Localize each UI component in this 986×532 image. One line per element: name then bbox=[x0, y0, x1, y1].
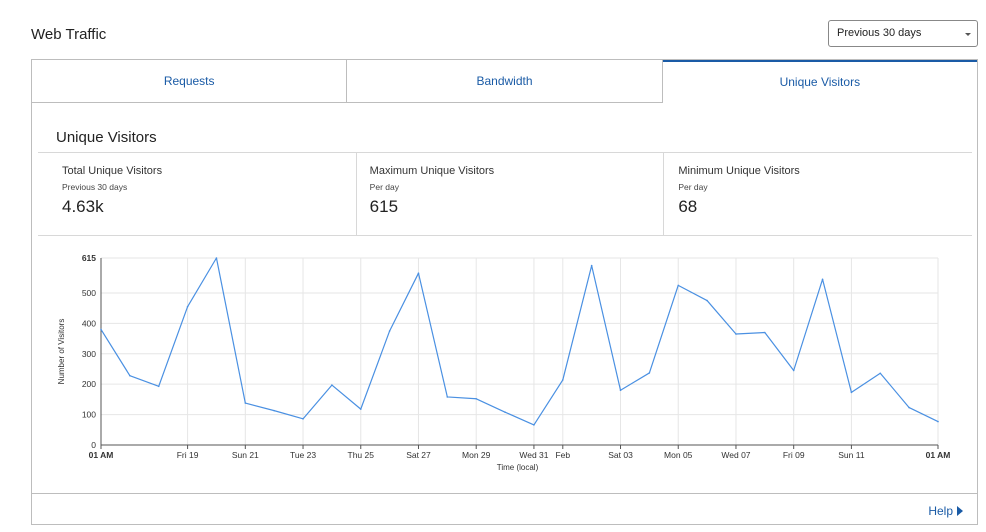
data-point bbox=[879, 372, 882, 375]
data-point bbox=[129, 374, 131, 377]
x-tick-label: 01 AM bbox=[926, 450, 951, 460]
stat-minimum-sub: Per day bbox=[678, 182, 708, 192]
panel-footer: Help bbox=[32, 493, 977, 525]
data-point bbox=[446, 396, 449, 398]
stat-minimum-value: 68 bbox=[678, 197, 698, 216]
y-tick-label: 100 bbox=[82, 410, 96, 420]
stat-total-label: Total Unique Visitors bbox=[62, 165, 163, 177]
x-tick-label: Fri 19 bbox=[177, 450, 199, 460]
data-point bbox=[417, 272, 420, 275]
y-tick-label: 400 bbox=[82, 318, 96, 328]
caret-down-icon bbox=[965, 33, 971, 36]
date-range-value: Previous 30 days bbox=[837, 27, 922, 39]
data-point bbox=[100, 328, 102, 331]
data-point bbox=[764, 331, 766, 334]
y-tick-label: 0 bbox=[91, 440, 96, 450]
help-link[interactable]: Help bbox=[928, 504, 963, 518]
x-tick-label: Feb bbox=[555, 450, 570, 460]
x-tick-label: 01 AM bbox=[89, 450, 114, 460]
data-point bbox=[850, 391, 853, 394]
data-point bbox=[677, 284, 680, 287]
traffic-panel: Requests Bandwidth Unique Visitors Uniqu… bbox=[31, 59, 978, 525]
data-point bbox=[561, 379, 564, 381]
data-point bbox=[590, 264, 593, 267]
x-tick-label: Mon 05 bbox=[664, 450, 693, 460]
x-tick-label: Fri 09 bbox=[783, 450, 805, 460]
y-tick-label: 200 bbox=[82, 379, 96, 389]
stat-maximum-sub: Per day bbox=[369, 182, 399, 192]
x-tick-label: Mon 29 bbox=[462, 450, 491, 460]
stat-minimum-label: Minimum Unique Visitors bbox=[678, 165, 800, 177]
tab-unique-visitors[interactable]: Unique Visitors bbox=[662, 60, 977, 103]
section-title: Unique Visitors bbox=[56, 129, 157, 146]
tab-bar: Requests Bandwidth Unique Visitors bbox=[32, 60, 977, 103]
stat-maximum: Maximum Unique Visitors Per day 615 bbox=[357, 153, 665, 235]
visitors-chart: 0 100 200 300 400 500 615 01 AM Fri 19 Sun 21 Tue … bbox=[46, 252, 966, 482]
data-point bbox=[302, 418, 304, 420]
data-point bbox=[244, 402, 247, 404]
stat-minimum: Minimum Unique Visitors Per day 68 bbox=[664, 153, 972, 235]
data-point bbox=[273, 409, 275, 412]
data-point bbox=[908, 406, 910, 409]
data-point bbox=[215, 257, 218, 259]
tab-requests[interactable]: Requests bbox=[32, 60, 348, 103]
visitors-series-line bbox=[100, 257, 939, 426]
data-point bbox=[475, 397, 478, 400]
data-point bbox=[648, 372, 651, 374]
data-point bbox=[533, 424, 535, 426]
x-tick-label: Sun 11 bbox=[838, 450, 865, 460]
x-tick-label: Wed 31 bbox=[519, 450, 548, 460]
help-label: Help bbox=[928, 504, 953, 518]
x-axis-title: Time (local) bbox=[497, 463, 539, 472]
stats-row: Total Unique Visitors Previous 30 days 4… bbox=[38, 152, 972, 236]
x-tick-label: Sun 21 bbox=[232, 450, 259, 460]
play-arrow-icon bbox=[957, 506, 963, 516]
stat-maximum-label: Maximum Unique Visitors bbox=[369, 165, 495, 177]
visitors-chart-svg: 0 100 200 300 400 500 615 01 AM Fri 19 Sun 21 Tue … bbox=[57, 253, 951, 472]
y-tick-label: 615 bbox=[82, 253, 96, 263]
stat-total: Total Unique Visitors Previous 30 days 4… bbox=[38, 153, 357, 235]
tab-bandwidth[interactable]: Bandwidth bbox=[347, 60, 663, 103]
data-point bbox=[735, 333, 737, 335]
data-point bbox=[792, 369, 795, 372]
data-point bbox=[359, 408, 362, 410]
data-point bbox=[619, 389, 622, 392]
data-point bbox=[388, 330, 391, 332]
x-tick-label: Wed 07 bbox=[721, 450, 750, 460]
data-point bbox=[821, 278, 824, 281]
data-point bbox=[331, 384, 333, 386]
date-range-select[interactable]: Previous 30 days bbox=[828, 20, 978, 47]
x-tick-label: Thu 25 bbox=[348, 450, 375, 460]
data-point bbox=[186, 305, 189, 308]
y-axis-title: Number of Visitors bbox=[57, 319, 66, 385]
data-point bbox=[706, 299, 708, 302]
y-tick-label: 500 bbox=[82, 288, 96, 298]
x-tick-label: Sat 03 bbox=[608, 450, 633, 460]
stat-total-sub: Previous 30 days bbox=[62, 182, 128, 192]
data-point bbox=[504, 411, 506, 413]
x-tick-label: Sat 27 bbox=[406, 450, 431, 460]
stat-total-value: 4.63k bbox=[62, 197, 104, 216]
y-tick-label: 300 bbox=[82, 349, 96, 359]
x-tick-label: Tue 23 bbox=[290, 450, 316, 460]
page-title: Web Traffic bbox=[31, 26, 107, 43]
data-point bbox=[157, 385, 160, 388]
stat-maximum-value: 615 bbox=[369, 197, 399, 216]
data-point bbox=[937, 420, 939, 423]
